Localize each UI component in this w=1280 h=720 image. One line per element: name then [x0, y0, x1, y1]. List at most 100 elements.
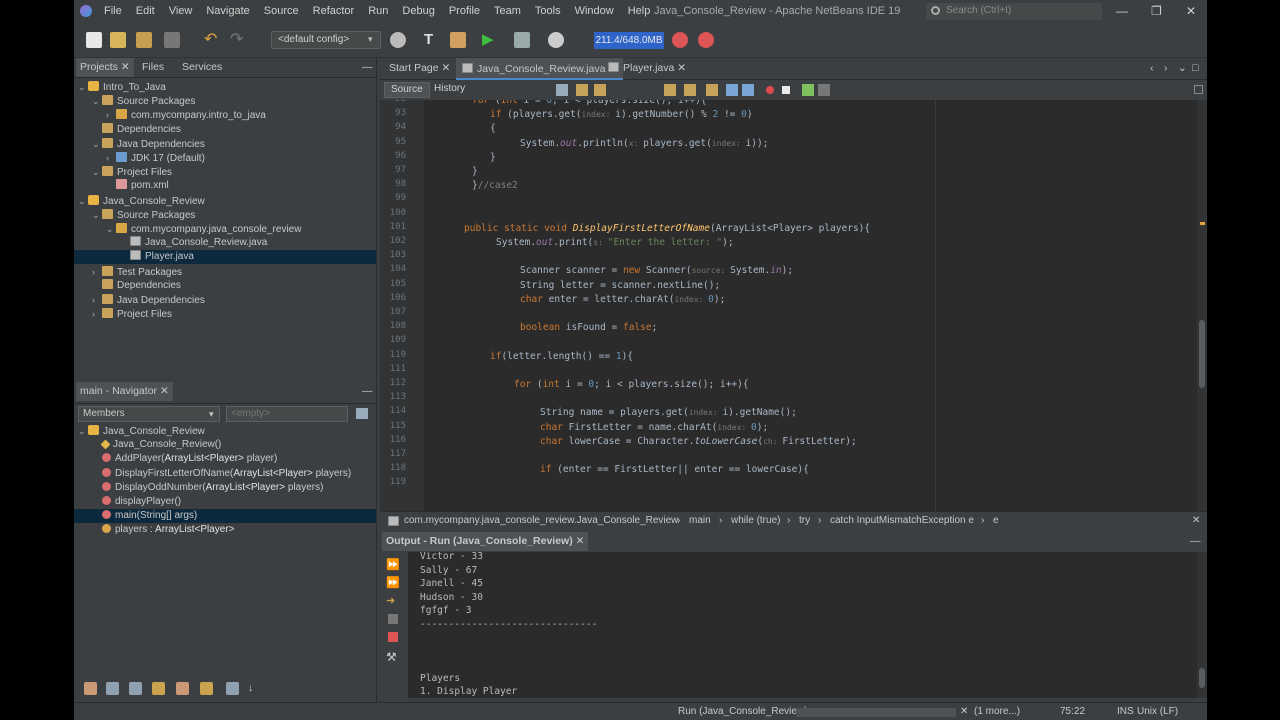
- fqn-icon[interactable]: [200, 682, 213, 695]
- tab-projects[interactable]: Projects ✕: [76, 58, 134, 77]
- chevron-down-icon[interactable]: ⌄: [106, 222, 116, 236]
- chevron-down-icon[interactable]: ⌄: [92, 165, 102, 179]
- breadcrumb-item[interactable]: try: [799, 515, 810, 526]
- breadcrumb-item[interactable]: com.mycompany.java_console_review.Java_C…: [404, 515, 678, 526]
- navigator-item[interactable]: AddPlayer(ArrayList<Player> player): [74, 452, 277, 466]
- build-icon[interactable]: T: [424, 32, 440, 48]
- menu-edit[interactable]: Edit: [136, 5, 155, 17]
- rerun-icon[interactable]: ⏩: [386, 558, 400, 571]
- tab-list-icon[interactable]: ⌄: [1178, 62, 1187, 74]
- minimize-panel-icon[interactable]: —: [362, 61, 373, 73]
- cancel-run-icon[interactable]: ✕: [960, 706, 968, 717]
- rerun-config-icon[interactable]: ⏩: [386, 576, 400, 589]
- breadcrumb-item[interactable]: e: [993, 515, 999, 526]
- shift-left-icon[interactable]: [726, 84, 738, 96]
- history-button[interactable]: History: [434, 83, 465, 94]
- shift-right-icon[interactable]: [742, 84, 754, 96]
- lock-icon[interactable]: [152, 682, 165, 695]
- find-next-icon[interactable]: [684, 84, 696, 96]
- close-breadcrumb-icon[interactable]: ✕: [1192, 515, 1200, 526]
- tree-item[interactable]: pom.xml: [74, 179, 169, 193]
- rerun-arrow-icon[interactable]: ➜: [386, 594, 395, 607]
- stop-macro-icon[interactable]: [782, 86, 790, 94]
- sort-icon[interactable]: [84, 682, 97, 695]
- output-scrollbar[interactable]: [1197, 552, 1207, 698]
- profiler-icon[interactable]: [698, 32, 714, 48]
- sort-down-icon[interactable]: ↓: [248, 682, 261, 695]
- minimize-panel-icon[interactable]: —: [362, 385, 373, 397]
- tree-item[interactable]: ⌄ Source Packages: [74, 208, 195, 222]
- tree-item[interactable]: ⌄ Intro_To_Java: [74, 80, 166, 94]
- undo-icon[interactable]: ↶: [204, 32, 220, 48]
- tree-item[interactable]: Java_Console_Review.java: [74, 236, 267, 250]
- chevron-down-icon[interactable]: ⌄: [78, 424, 88, 438]
- close-window-button[interactable]: ✕: [1186, 4, 1196, 18]
- tree-item[interactable]: Dependencies: [74, 122, 181, 137]
- navigator-item[interactable]: DisplayFirstLetterOfName(ArrayList<Playe…: [74, 467, 351, 481]
- tree-item[interactable]: ⌄ com.mycompany.java_console_review: [74, 222, 301, 236]
- menu-help[interactable]: Help: [628, 5, 651, 17]
- toggle-highlight-icon[interactable]: [706, 84, 718, 96]
- tree-item[interactable]: ⌄ Project Files: [74, 165, 172, 179]
- navigator-item[interactable]: main(String[] args): [74, 509, 376, 524]
- menu-view[interactable]: View: [169, 5, 193, 17]
- tree-item[interactable]: ⌄ Java Dependencies: [74, 137, 205, 151]
- tab-output[interactable]: Output - Run (Java_Console_Review) ✕: [382, 532, 589, 551]
- code-editor[interactable]: 92 for (int i = 0; i < players.size(); i+…: [380, 100, 1207, 511]
- maximize-button[interactable]: ❐: [1151, 4, 1162, 18]
- tab-navigator[interactable]: main - Navigator ✕: [76, 382, 173, 401]
- tree-item[interactable]: Dependencies: [74, 278, 181, 293]
- static-filter-icon[interactable]: [129, 682, 142, 695]
- forward-icon[interactable]: [594, 84, 606, 96]
- menu-profile[interactable]: Profile: [449, 5, 480, 17]
- chevron-down-icon[interactable]: ⌄: [92, 137, 102, 151]
- menu-file[interactable]: File: [104, 5, 122, 17]
- chevron-right-icon[interactable]: ›: [106, 108, 116, 122]
- close-icon[interactable]: ✕: [677, 62, 686, 74]
- chevron-down-icon[interactable]: ⌄: [78, 194, 88, 208]
- find-prev-icon[interactable]: [664, 84, 676, 96]
- tab-start-page[interactable]: Start Page ✕: [389, 62, 450, 74]
- set-project-icon[interactable]: [390, 32, 406, 48]
- menu-window[interactable]: Window: [575, 5, 614, 17]
- breadcrumb-item[interactable]: main: [689, 515, 711, 526]
- menu-run[interactable]: Run: [368, 5, 388, 17]
- navigator-item[interactable]: ⌄ Java_Console_Review: [74, 424, 205, 438]
- maximize-editor-icon[interactable]: □: [1192, 62, 1198, 74]
- menu-team[interactable]: Team: [494, 5, 521, 17]
- filter-dropdown[interactable]: <empty>: [226, 406, 348, 422]
- navigator-item[interactable]: displayPlayer(): [74, 495, 181, 509]
- new-file-icon[interactable]: [86, 32, 102, 48]
- output-console[interactable]: ⏩ ⏩ ➜ ⚒ Victor - 33 Sally - 67 Janell - 45…: [380, 552, 1207, 698]
- navigator-item[interactable]: players : ArrayList<Player>: [74, 523, 235, 537]
- minimize-panel-icon[interactable]: —: [1190, 535, 1201, 547]
- comment-icon[interactable]: [802, 84, 814, 96]
- last-edit-icon[interactable]: [556, 84, 568, 96]
- stop-icon[interactable]: [388, 632, 398, 642]
- tree-item[interactable]: › Java Dependencies: [74, 293, 205, 307]
- record-macro-icon[interactable]: [766, 86, 774, 94]
- chevron-down-icon[interactable]: ⌄: [92, 94, 102, 108]
- gc-icon[interactable]: [672, 32, 688, 48]
- back-icon[interactable]: [576, 84, 588, 96]
- pause-icon[interactable]: [388, 614, 398, 624]
- settings-icon[interactable]: ⚒: [386, 650, 397, 664]
- inherited-icon[interactable]: [176, 682, 189, 695]
- split-editor-icon[interactable]: [1194, 85, 1203, 94]
- chevron-down-icon[interactable]: ⌄: [92, 208, 102, 222]
- menu-debug[interactable]: Debug: [402, 5, 434, 17]
- new-project-icon[interactable]: [110, 32, 126, 48]
- uncomment-icon[interactable]: [818, 84, 830, 96]
- save-all-icon[interactable]: [164, 32, 180, 48]
- sort-alpha-icon[interactable]: [226, 682, 239, 695]
- clean-build-icon[interactable]: [450, 32, 466, 48]
- editor-scrollbar[interactable]: [1197, 100, 1207, 511]
- fields-filter-icon[interactable]: [106, 682, 119, 695]
- memory-indicator[interactable]: 211.4/648.0MB: [594, 32, 664, 49]
- tab-java-console-review[interactable]: Java_Console_Review.java ✕: [456, 58, 624, 80]
- menu-source[interactable]: Source: [264, 5, 299, 17]
- filter-icon[interactable]: [356, 408, 368, 419]
- scrollbar-thumb[interactable]: [1199, 320, 1205, 388]
- navigator-item[interactable]: DisplayOddNumber(ArrayList<Player> playe…: [74, 481, 323, 495]
- chevron-right-icon[interactable]: ›: [92, 293, 102, 307]
